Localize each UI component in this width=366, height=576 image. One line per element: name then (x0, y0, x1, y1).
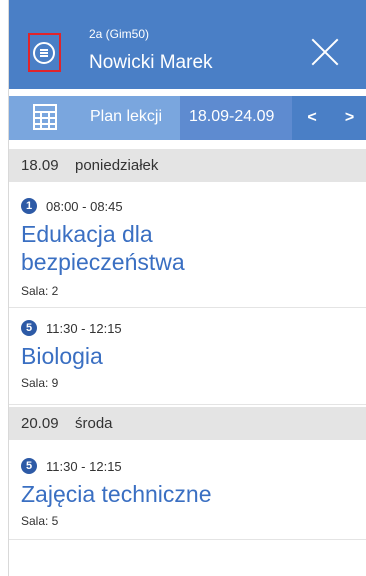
close-icon[interactable] (309, 36, 341, 68)
student-name: Nowicki Marek (89, 52, 213, 73)
lesson-subject-line2: bezpieczeństwa (21, 249, 185, 275)
lesson-room: Sala: 5 (21, 514, 59, 528)
day-name: środa (75, 415, 113, 432)
day-date: 18.09 (21, 157, 59, 174)
lesson-item[interactable]: 1 08:00 - 08:45 Edukacja dla bezpieczeńs… (9, 182, 366, 308)
lesson-time: 08:00 - 08:45 (46, 199, 123, 214)
lesson-room: Sala: 9 (21, 376, 59, 390)
prev-week-button[interactable]: < (292, 96, 332, 140)
date-range-label: 18.09-24.09 (189, 108, 275, 125)
lesson-item[interactable]: 5 11:30 - 12:15 Zajęcia techniczne Sala:… (9, 440, 366, 540)
lesson-number-badge: 5 (21, 458, 37, 474)
date-range[interactable]: 18.09-24.09 (180, 96, 292, 140)
next-week-button[interactable]: > (332, 96, 366, 140)
menu-icon[interactable] (33, 42, 55, 64)
lesson-number-badge: 5 (21, 320, 37, 336)
lesson-time: 11:30 - 12:15 (46, 459, 122, 474)
header-bar: 2a (Gim50) Nowicki Marek (9, 0, 366, 89)
lesson-subject: Biologia (21, 343, 103, 369)
plan-label: Plan lekcji (90, 108, 163, 125)
day-header: 18.09 poniedziałek (9, 149, 366, 182)
class-label: 2a (Gim50) (89, 27, 150, 41)
lesson-room: Sala: 2 (21, 284, 59, 298)
toolbar: Plan lekcji 18.09-24.09 < > (9, 96, 366, 140)
day-header: 20.09 środa (9, 407, 366, 440)
lesson-subject: Zajęcia techniczne (21, 481, 212, 507)
lesson-time: 11:30 - 12:15 (46, 321, 122, 336)
calendar-icon[interactable] (33, 104, 57, 130)
lesson-item[interactable]: 5 11:30 - 12:15 Biologia Sala: 9 (9, 309, 366, 405)
app-window: 2a (Gim50) Nowicki Marek Plan lekcji 18.… (8, 0, 366, 576)
day-name: poniedziałek (75, 157, 159, 174)
day-date: 20.09 (21, 415, 59, 432)
lesson-number-badge: 1 (21, 198, 37, 214)
lesson-subject: Edukacja dla bezpieczeństwa (21, 220, 351, 276)
lesson-subject-line1: Edukacja dla (21, 221, 153, 247)
